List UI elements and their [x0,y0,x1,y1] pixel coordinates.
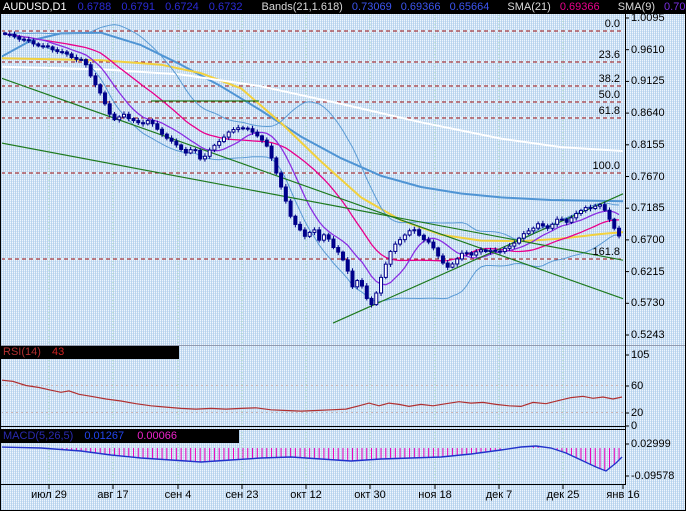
indicator-axis-label: -0.09578 [631,470,674,482]
date-axis-label: авг 17 [85,489,141,501]
indicator-axis-label: 0 [631,420,637,432]
indicator-axis-label: 20 [631,407,643,419]
fib-level-label: 50.0 [599,89,620,101]
price-axis-label: 0.8155 [631,139,665,151]
date-axis-label: дек 7 [471,489,527,501]
rsi-value: 43 [52,346,64,358]
date-axis-label: янв 16 [595,489,651,501]
price-axis-label: 0.9610 [631,44,665,56]
fib-level-label: 100.0 [592,160,620,172]
indicator-axis-label: 0.02999 [631,438,671,450]
fib-level-label: 23.6 [599,49,620,61]
date-axis-label: ноя 18 [407,489,463,501]
date-axis-label: окт 12 [278,489,334,501]
indicator-axis-label: 60 [631,380,643,392]
fib-level-label: 0.0 [605,18,620,30]
price-axis-label: 1.0095 [631,12,665,24]
date-axis-label: сен 23 [214,489,270,501]
rsi-header-bar: RSI(14) 43 [1,346,179,359]
date-axis-label: окт 30 [342,489,398,501]
fib-level-label: 161.8 [592,246,620,258]
price-axis-label: 0.6215 [631,266,665,278]
chart-window: AUDUSD,D1 0.6788 0.6791 0.6724 0.6732 Ba… [0,0,686,511]
macd-main-value: 0.01267 [84,430,124,442]
macd-header-bar: MACD(5,26,5) 0.01267 0.00066 [1,430,239,443]
date-axis-label: дек 25 [535,489,591,501]
price-axis-label: 0.8640 [631,107,665,119]
price-axis-label: 0.7670 [631,171,665,183]
date-axis-label: сен 4 [150,489,206,501]
macd-indicator-label: MACD(5,26,5) [3,430,73,442]
price-axis-label: 0.7185 [631,202,665,214]
price-axis-label: 0.6700 [631,234,665,246]
fib-level-label: 61.8 [599,105,620,117]
fib-level-label: 38.2 [599,73,620,85]
indicator-axis-label: 105 [631,349,649,361]
date-axis-label: июл 29 [21,489,77,501]
rsi-indicator-label: RSI(14) [3,346,41,358]
price-axis-label: 0.5730 [631,297,665,309]
price-axis-label: 0.9125 [631,75,665,87]
price-axis-label: 0.5243 [631,329,665,341]
macd-signal-value: 0.00066 [137,430,177,442]
